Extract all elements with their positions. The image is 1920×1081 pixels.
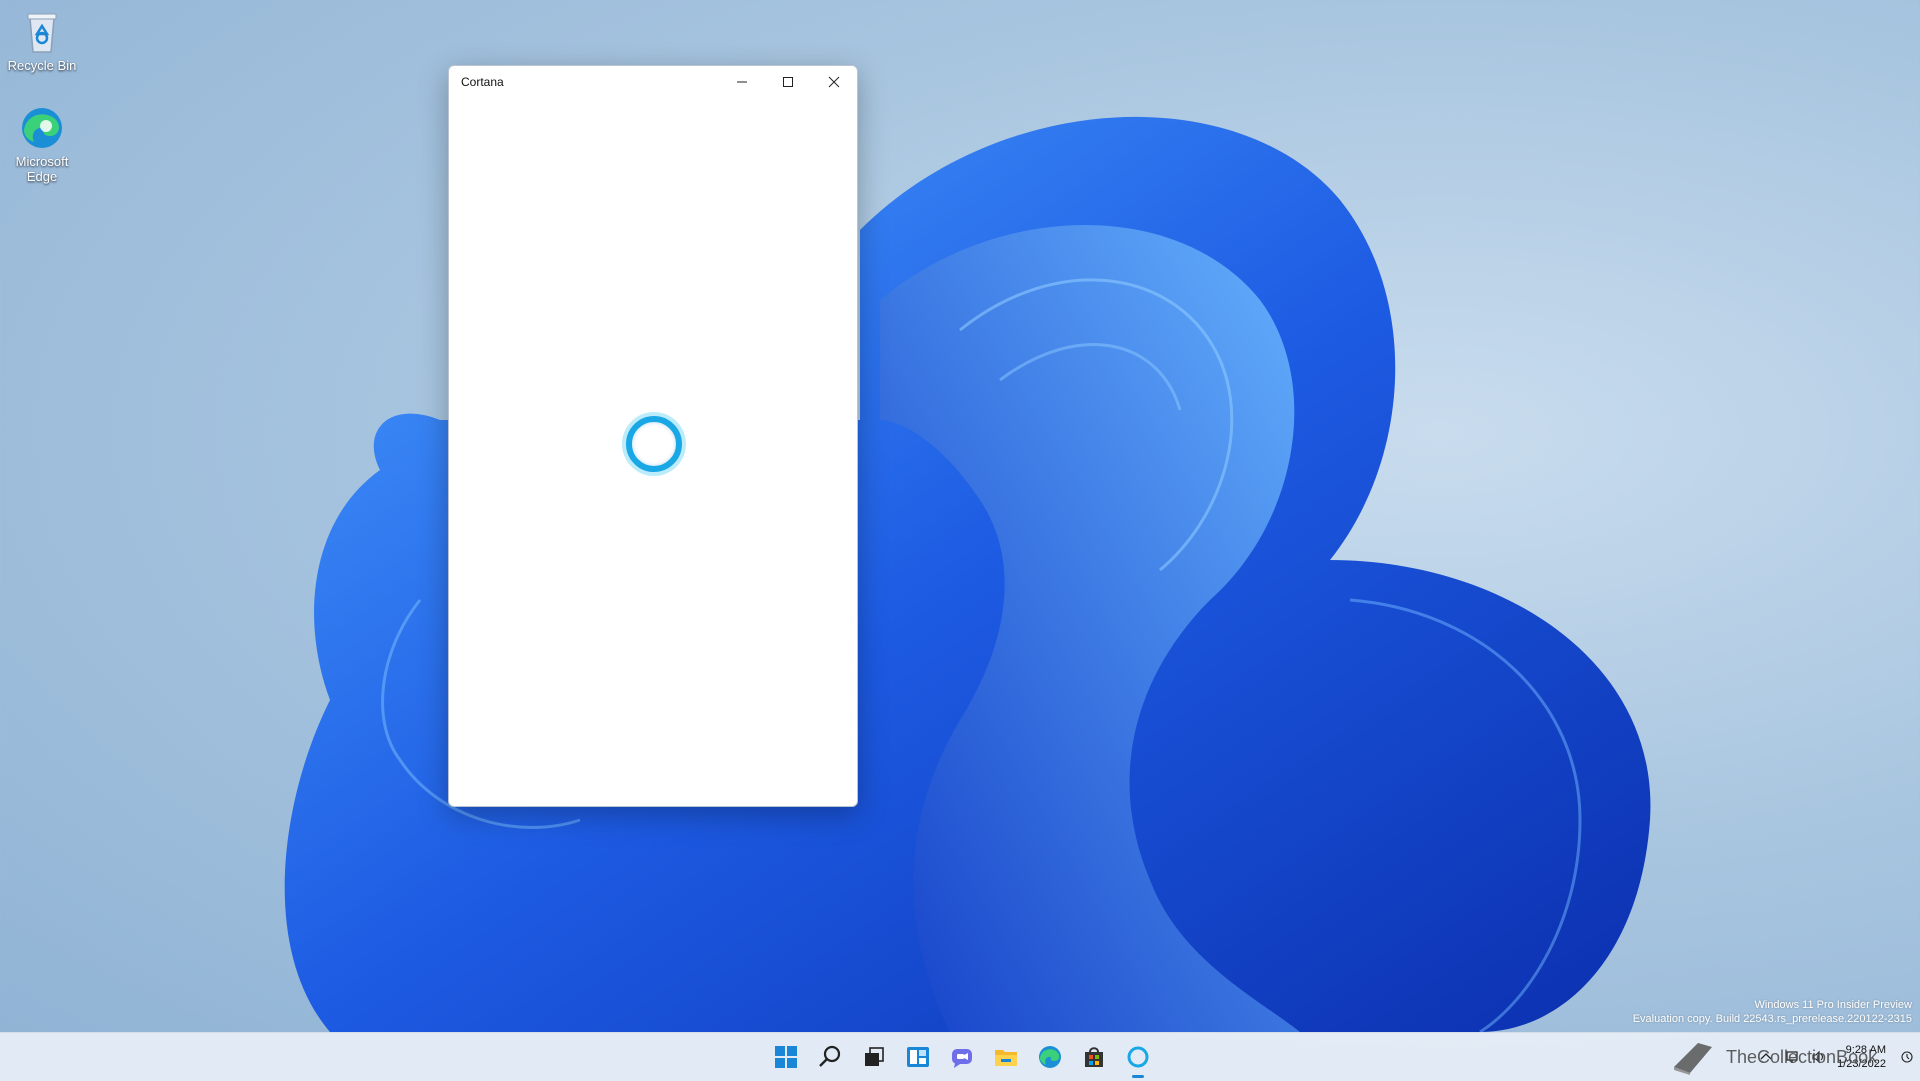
close-icon — [828, 76, 840, 88]
notification-icon — [1901, 1051, 1913, 1063]
maximize-icon — [783, 77, 793, 87]
taskbar-task-view-button[interactable] — [852, 1033, 896, 1081]
taskbar-chat-button[interactable] — [940, 1033, 984, 1081]
brand-watermark: TheCollectionBook — [1668, 1033, 1877, 1081]
widgets-icon — [907, 1047, 929, 1067]
book-icon — [1674, 1043, 1712, 1075]
task-view-icon — [865, 1047, 884, 1066]
taskbar-search-button[interactable] — [808, 1033, 852, 1081]
cortana-window: Cortana — [448, 65, 858, 807]
edge-icon — [18, 104, 66, 152]
watermark-line-build: Evaluation copy. Build 22543.rs_prerelea… — [1632, 1013, 1912, 1025]
notifications-button[interactable] — [1894, 1033, 1920, 1081]
cortana-icon — [1127, 1046, 1149, 1068]
brand-text: TheCollectionBook — [1726, 1046, 1878, 1067]
folder-icon — [995, 1050, 1017, 1066]
desktop-icon-label: Recycle Bin — [7, 58, 77, 73]
search-icon — [819, 1045, 841, 1067]
taskbar-edge-button[interactable] — [1028, 1033, 1072, 1081]
windows-logo-icon — [775, 1046, 797, 1068]
desktop-icon-label: Microsoft Edge — [15, 154, 69, 184]
minimize-icon — [737, 81, 747, 83]
taskbar-file-explorer-button[interactable] — [984, 1033, 1028, 1081]
maximize-button[interactable] — [765, 66, 811, 98]
build-watermark: Windows 11 Pro Insider Preview Evaluatio… — [1633, 998, 1912, 1026]
taskbar-store-button[interactable] — [1072, 1033, 1116, 1081]
taskbar-widgets-button[interactable] — [896, 1033, 940, 1081]
close-button[interactable] — [811, 66, 857, 98]
taskbar-apps — [764, 1033, 1160, 1081]
recycle-bin-icon — [18, 8, 66, 56]
desktop-icon-recycle-bin[interactable]: Recycle Bin — [0, 8, 84, 73]
desktop-icon-microsoft-edge[interactable]: Microsoft Edge — [0, 104, 84, 184]
window-titlebar[interactable]: Cortana — [449, 66, 857, 98]
minimize-button[interactable] — [719, 66, 765, 98]
taskbar-start-button[interactable] — [764, 1033, 808, 1081]
wallpaper-bloom — [284, 116, 1651, 1032]
cortana-ring-icon — [626, 416, 682, 472]
store-icon — [1085, 1047, 1103, 1067]
chat-icon — [952, 1049, 972, 1068]
window-title: Cortana — [461, 75, 504, 89]
edge-icon — [1039, 1046, 1061, 1068]
taskbar: 9:28 AM 1/23/2022 TheCollectionBook — [0, 1032, 1920, 1081]
watermark-line-edition: Windows 11 Pro Insider Preview — [1754, 999, 1912, 1011]
taskbar-cortana-button[interactable] — [1116, 1033, 1160, 1081]
